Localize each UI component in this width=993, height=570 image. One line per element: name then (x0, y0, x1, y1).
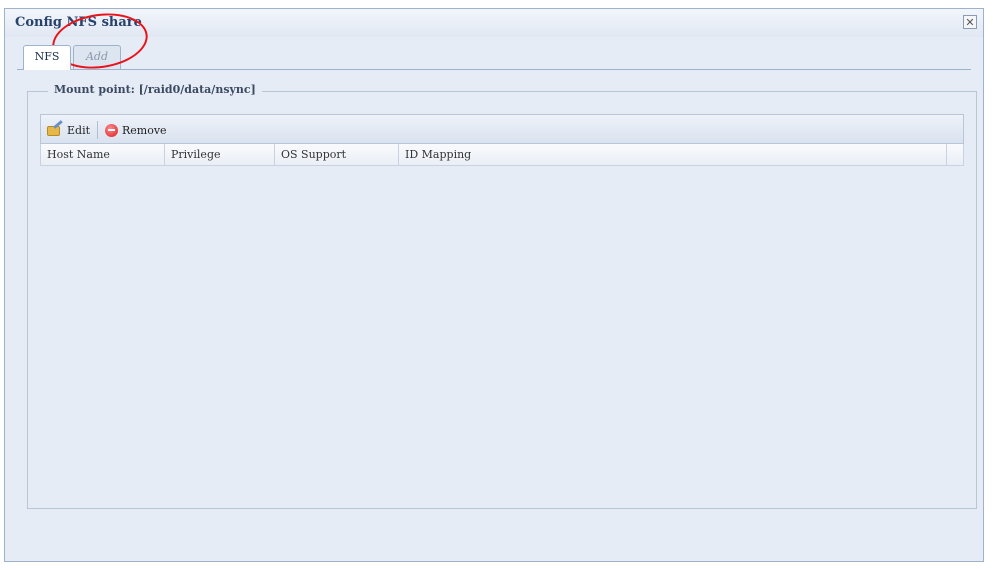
toolbar-separator (97, 121, 98, 139)
edit-button[interactable]: Edit (47, 120, 91, 139)
remove-label: Remove (122, 123, 167, 137)
dialog-titlebar[interactable]: Config NFS share ✕ (5, 9, 983, 37)
remove-icon (105, 123, 118, 137)
tab-strip: NFS Add (17, 39, 971, 70)
column-spacer (947, 144, 965, 165)
config-nfs-dialog: Config NFS share ✕ NFS Add Mount point: … (4, 8, 984, 562)
column-os-support[interactable]: OS Support (275, 144, 399, 165)
tab-nfs[interactable]: NFS (23, 45, 71, 70)
mount-point-legend: Mount point: [/raid0/data/nsync] (48, 83, 262, 96)
grid-body[interactable] (40, 166, 964, 496)
column-host-name[interactable]: Host Name (41, 144, 165, 165)
edit-icon (47, 120, 63, 137)
toolbar: Edit Remove (40, 114, 964, 144)
column-id-mapping[interactable]: ID Mapping (399, 144, 947, 165)
close-button[interactable]: ✕ (963, 15, 977, 29)
grid-header: Host Name Privilege OS Support ID Mappin… (40, 144, 964, 166)
column-privilege[interactable]: Privilege (165, 144, 275, 165)
edit-label: Edit (67, 123, 91, 137)
mount-point-fieldset: Mount point: [/raid0/data/nsync] Edit Re… (27, 83, 977, 509)
remove-button[interactable]: Remove (105, 121, 167, 139)
